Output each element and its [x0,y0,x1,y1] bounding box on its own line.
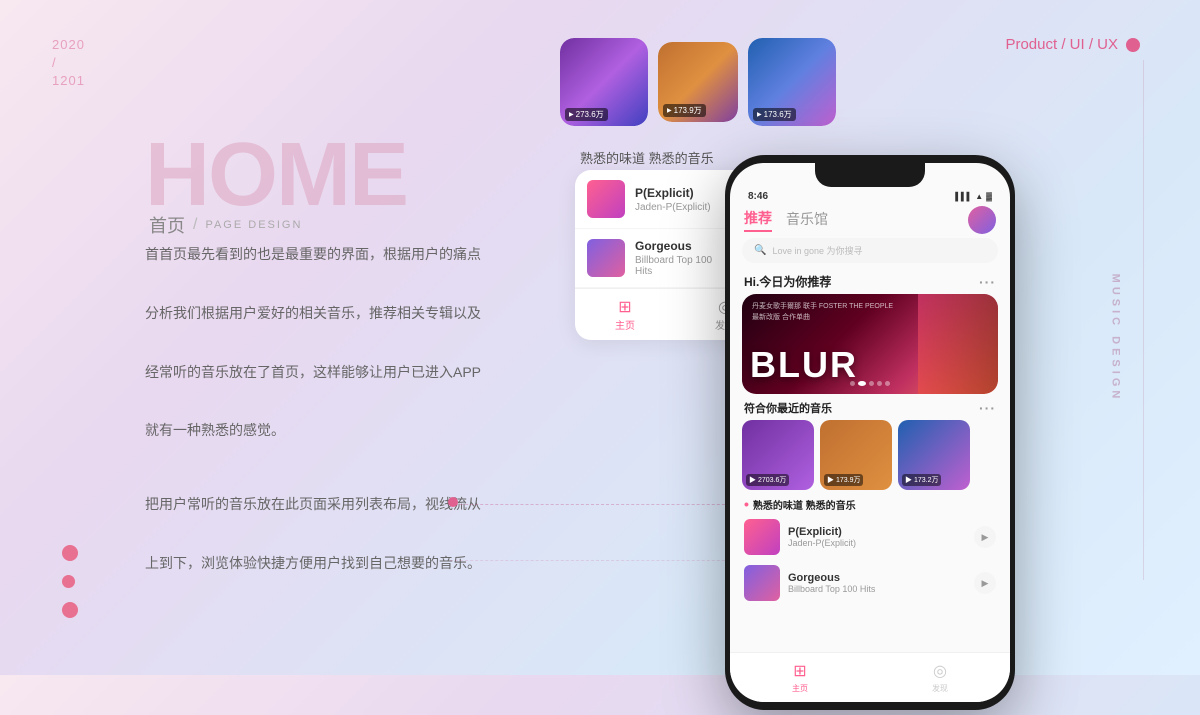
pbn-home[interactable]: ⊞ 主页 [792,661,808,694]
s-badge-2: ▶ 173.9万 [824,474,863,486]
s-album-2[interactable]: ▶ 173.9万 [820,420,892,490]
top-albums: 273.6万 173.9万 173.6万 [560,38,836,126]
list-thumb-2 [587,239,625,277]
tab-recommend[interactable]: 推荐 [744,208,772,232]
pli-info-1: P(Explicit) Jaden-P(Explicit) [788,526,966,548]
s-album-1[interactable]: ▶ 2703.6万 [742,420,814,490]
pli-sub-2: Billboard Top 100 Hits [788,584,966,594]
blur-person-image [918,294,998,394]
s-badge-1: ▶ 2703.6万 [746,474,789,486]
pbn-discover[interactable]: ◎ 发现 [932,661,948,694]
battery-icon: ▓ [986,192,992,201]
home-cn-text: 首页 [149,212,185,238]
dot-4 [877,381,882,386]
phone-search-icon: 🔍 [754,245,766,256]
recent-music-section: 符合你最近的音乐 ··· [730,394,1010,420]
album-2-badge: 173.9万 [663,104,706,117]
home-nav-icon: ⊞ [575,297,675,317]
phone-time: 8:46 [748,191,768,202]
tabs-row: 推荐 音乐馆 [730,206,1010,234]
dots-decoration [62,545,78,618]
album-3-badge: 173.6万 [753,108,796,121]
pli-play-2[interactable]: ▶ [974,572,996,594]
pli-play-1[interactable]: ▶ [974,526,996,548]
pli-title-2: Gorgeous [788,572,966,584]
date-label: 2020 / 1201 [52,36,85,91]
s-badge-3: ▶ 173.2万 [902,474,941,486]
nav-home-label: 主页 [615,321,635,332]
more-options[interactable]: ··· [979,274,996,290]
music-design-label: MUSIC DESIGN [1110,273,1122,402]
familiar-label: 熟悉的味道 熟悉的音乐 [753,497,856,512]
phone-bottom-nav: ⊞ 主页 ◎ 发现 [730,652,1010,702]
dot-1 [850,381,855,386]
page-design-text: PAGE DESIGN [205,219,302,231]
description-1: 首首页最先看到的也是最重要的界面，根据用户的痛点 分析我们根据用户爱好的相关音乐… [145,240,525,446]
dashed-line-h2 [450,560,750,561]
hi-text: Hi.今日为你推荐 [744,273,831,290]
recent-more-options[interactable]: ··· [979,400,996,416]
pli-sub-1: Jaden-P(Explicit) [788,538,966,548]
dashed-dot [448,497,458,507]
nav-home[interactable]: ⊞ 主页 [575,297,675,332]
dot-5 [885,381,890,386]
num-text: 1201 [52,73,85,88]
blur-banner[interactable]: 丹麦女歌手爾那 联手 FOSTER THE PEOPLE 最新改版 合作单曲 B… [742,294,998,394]
phone-search[interactable]: 🔍 Love in gone 为你搜寻 [742,238,998,263]
pbn-home-label: 主页 [792,683,808,694]
home-slash: / [193,216,197,234]
dot-3 [869,381,874,386]
pli-title-1: P(Explicit) [788,526,966,538]
dot-2 [858,381,866,386]
pli-thumb-2 [744,565,780,601]
list-title-2: Gorgeous [635,239,723,253]
phone-container: 8:46 ▌▌▌ ▲ ▓ 推荐 音乐馆 🔍 Love in gone 为你搜寻 [725,155,1015,715]
list-info-2: Gorgeous Billboard Top 100 Hits [635,239,723,277]
small-albums-row: ▶ 2703.6万 ▶ 173.9万 ▶ 173.2万 [730,420,1010,490]
list-thumb-1 [587,180,625,218]
year-text: 2020 [52,37,85,52]
pli-info-2: Gorgeous Billboard Top 100 Hits [788,572,966,594]
pli-thumb-1 [744,519,780,555]
user-avatar[interactable] [968,206,996,234]
section-label: 熟悉的味道 熟悉的音乐 [580,148,714,167]
dot-3 [62,602,78,618]
list-sub-2: Billboard Top 100 Hits [635,255,723,277]
status-icons: ▌▌▌ ▲ ▓ [955,192,992,201]
dot-1 [62,545,78,561]
product-text: Product / UI / UX [1005,36,1118,53]
signal-icon: ▌▌▌ [955,192,972,201]
phone-list-item-2[interactable]: Gorgeous Billboard Top 100 Hits ▶ [730,560,1010,606]
tab-music-hall[interactable]: 音乐馆 [786,209,828,231]
album-2[interactable]: 173.9万 [658,42,738,122]
home-big-text: HOME [145,130,407,220]
right-divider [1143,60,1144,580]
pbn-discover-icon: ◎ [933,661,947,681]
blur-text: BLUR [750,344,858,386]
dot-2 [62,575,75,588]
album-1-badge: 273.6万 [565,108,608,121]
album-3[interactable]: 173.6万 [748,38,836,126]
familiar-section: • 熟悉的味道 熟悉的音乐 [730,490,1010,514]
hi-section: Hi.今日为你推荐 ··· [730,267,1010,294]
familiar-dot: • [744,496,749,512]
product-dot [1126,38,1140,52]
phone-screen: 8:46 ▌▌▌ ▲ ▓ 推荐 音乐馆 🔍 Love in gone 为你搜寻 [730,163,1010,702]
phone-list-item-1[interactable]: P(Explicit) Jaden-P(Explicit) ▶ [730,514,1010,560]
slash-text: / [52,55,57,70]
wifi-icon: ▲ [975,192,983,201]
home-title-area: HOME 首页 / PAGE DESIGN [145,130,407,238]
s-album-3[interactable]: ▶ 173.2万 [898,420,970,490]
dashed-line-h [450,504,750,505]
product-label: Product / UI / UX [1005,36,1140,53]
pbn-home-icon: ⊞ [793,661,806,681]
recent-music-text: 符合你最近的音乐 [744,400,832,416]
pbn-discover-label: 发现 [932,683,948,694]
album-1[interactable]: 273.6万 [560,38,648,126]
search-placeholder: Love in gone 为你搜寻 [772,244,862,257]
phone-notch [815,163,925,187]
phone-outer: 8:46 ▌▌▌ ▲ ▓ 推荐 音乐馆 🔍 Love in gone 为你搜寻 [725,155,1015,710]
blur-indicator-dots [850,381,890,386]
blur-top-text: 丹麦女歌手爾那 联手 FOSTER THE PEOPLE 最新改版 合作单曲 [752,302,893,323]
